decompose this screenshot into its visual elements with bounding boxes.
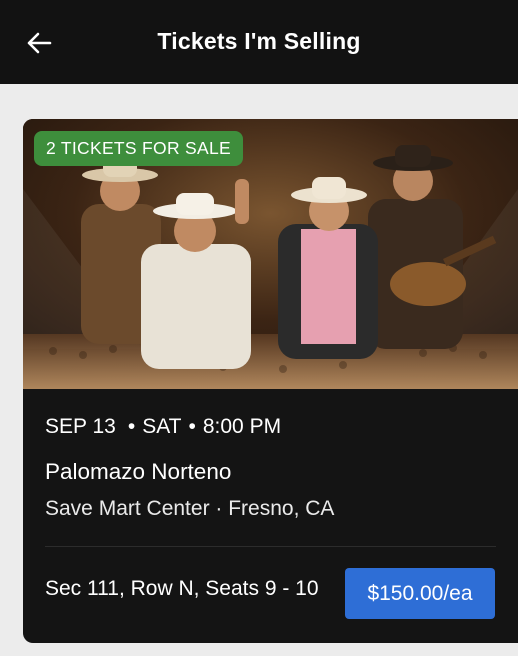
event-date: SEP 13 [45,415,116,438]
seat-info: Sec 111, Row N, Seats 9 - 10 [45,577,319,600]
event-datetime: SEP 13 • SAT • 8:00 PM [45,415,281,439]
separator-dot: • [127,415,136,438]
event-time: 8:00 PM [202,415,282,438]
page-title: Tickets I'm Selling [157,28,361,54]
event-image[interactable]: 2 TICKETS FOR SALE [23,119,518,389]
event-name: Palomazo Norteno [45,459,232,484]
listing-card[interactable]: 2 TICKETS FOR SALE SEP 13 • SAT • 8:00 P… [23,119,518,643]
event-venue: Save Mart Center · Fresno, CA [45,497,335,520]
separator-dot: • [188,415,196,438]
header-bar: Tickets I'm Selling [0,0,518,84]
divider [45,546,496,547]
price-button[interactable]: $150.00/ea [345,568,495,619]
event-day: SAT [142,415,182,438]
tickets-count-badge: 2 TICKETS FOR SALE [34,131,243,166]
